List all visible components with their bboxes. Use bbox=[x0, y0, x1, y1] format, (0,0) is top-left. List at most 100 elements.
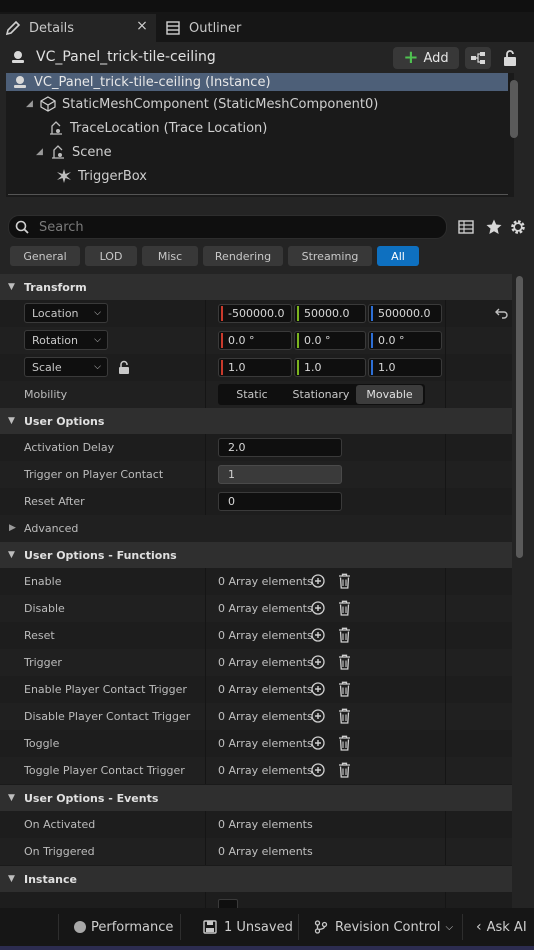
section-title: Transform bbox=[24, 280, 87, 294]
advanced-toggle-row[interactable]: ▶ Advanced bbox=[0, 515, 512, 543]
filter-tab-all[interactable]: All bbox=[377, 246, 419, 266]
filter-tab-lod[interactable]: LOD bbox=[85, 246, 137, 266]
mobility-stationary-option[interactable]: Stationary bbox=[286, 385, 356, 404]
expand-arrow-icon[interactable]: ◢ bbox=[36, 147, 46, 157]
property-row-array: Trigger 0 Array elements bbox=[0, 649, 512, 677]
grid-icon[interactable] bbox=[458, 219, 474, 235]
filter-tab-rendering[interactable]: Rendering bbox=[203, 246, 283, 266]
trigger-on-contact-input[interactable]: 1 bbox=[218, 465, 342, 484]
section-user-options-events[interactable]: ▼ User Options - Events bbox=[0, 785, 512, 811]
location-x-field[interactable]: -500000.0 bbox=[218, 304, 292, 323]
property-label: Mobility bbox=[24, 388, 68, 401]
add-element-icon[interactable] bbox=[311, 736, 325, 750]
mobility-movable-option[interactable]: Movable bbox=[356, 385, 423, 404]
tab-outliner-label: Outliner bbox=[189, 20, 242, 36]
tab-details-label: Details bbox=[29, 20, 75, 36]
location-y-field[interactable]: 50000.0 bbox=[294, 304, 366, 323]
tree-item-staticmesh[interactable]: ◢ StaticMeshComponent (StaticMeshCompone… bbox=[6, 92, 514, 116]
property-row-array: Enable Player Contact Trigger 0 Array ele… bbox=[0, 676, 512, 704]
divider bbox=[205, 461, 206, 488]
scale-y-field[interactable]: 1.0 bbox=[294, 358, 366, 377]
section-transform[interactable]: ▼ Transform bbox=[0, 274, 512, 300]
trash-icon[interactable] bbox=[338, 762, 351, 778]
property-row-array: Enable 0 Array elements bbox=[0, 568, 512, 596]
divider bbox=[445, 354, 446, 381]
trash-icon[interactable] bbox=[338, 600, 351, 616]
location-dropdown[interactable]: Location ⌵ bbox=[24, 303, 108, 323]
section-user-options[interactable]: ▼ User Options bbox=[0, 408, 512, 434]
chevron-right-icon: ▶ bbox=[9, 523, 16, 533]
status-bar-bottom-edge bbox=[0, 946, 534, 950]
trash-icon[interactable] bbox=[338, 627, 351, 643]
divider bbox=[205, 838, 206, 865]
search-input[interactable] bbox=[37, 218, 431, 236]
tab-outliner[interactable]: Outliner bbox=[160, 14, 280, 42]
revision-control-button[interactable]: Revision Control ⌵ bbox=[314, 908, 453, 946]
unlock-icon[interactable] bbox=[117, 360, 131, 378]
plus-icon: + bbox=[403, 47, 419, 68]
divider bbox=[8, 194, 508, 195]
property-row-array: Toggle Player Contact Trigger 0 Array ele… bbox=[0, 757, 512, 785]
actor-name[interactable]: VC_Panel_trick-tile-ceiling bbox=[36, 49, 216, 65]
unsaved-button[interactable]: 1 Unsaved bbox=[203, 908, 293, 946]
location-z-field[interactable]: 500000.0 bbox=[368, 304, 442, 323]
add-component-button[interactable]: + Add bbox=[393, 47, 459, 69]
trash-icon[interactable] bbox=[338, 708, 351, 724]
rotation-z-field[interactable]: 0.0 ° bbox=[368, 331, 442, 350]
star-icon[interactable] bbox=[485, 218, 503, 236]
scale-x-field[interactable]: 1.0 bbox=[218, 358, 292, 377]
filter-tab-misc[interactable]: Misc bbox=[142, 246, 198, 266]
properties-scrollbar[interactable] bbox=[516, 276, 523, 558]
rotation-y-field[interactable]: 0.0 ° bbox=[294, 331, 366, 350]
search-box[interactable] bbox=[8, 215, 447, 239]
scale-z-field[interactable]: 1.0 bbox=[368, 358, 442, 377]
trash-icon[interactable] bbox=[338, 573, 351, 589]
divider bbox=[205, 703, 206, 730]
advanced-label: Advanced bbox=[24, 522, 79, 535]
add-element-icon[interactable] bbox=[311, 682, 325, 696]
tree-item-scene[interactable]: ◢ Scene bbox=[6, 140, 514, 164]
reset-arrow-icon[interactable] bbox=[495, 306, 509, 323]
gear-icon[interactable] bbox=[509, 218, 527, 236]
performance-label: Performance bbox=[91, 919, 174, 935]
tree-scrollbar[interactable] bbox=[510, 80, 518, 138]
add-element-icon[interactable] bbox=[311, 709, 325, 723]
expand-arrow-icon[interactable]: ◢ bbox=[26, 99, 36, 109]
add-element-icon[interactable] bbox=[311, 763, 325, 777]
add-element-icon[interactable] bbox=[311, 601, 325, 615]
tab-details[interactable]: Details bbox=[0, 14, 156, 42]
z-axis-bar bbox=[371, 360, 373, 375]
trash-icon[interactable] bbox=[338, 654, 351, 670]
tree-item-label: TriggerBox bbox=[78, 168, 147, 184]
ask-ai-button[interactable]: ‹ Ask AI bbox=[476, 908, 527, 946]
lock-icon[interactable] bbox=[500, 48, 520, 68]
performance-button[interactable]: Performance bbox=[74, 908, 173, 946]
z-axis-bar bbox=[371, 306, 373, 321]
rotation-z-value: 0.0 ° bbox=[378, 334, 405, 347]
add-element-icon[interactable] bbox=[311, 628, 325, 642]
section-user-options-functions[interactable]: ▼ User Options - Functions bbox=[0, 542, 512, 568]
add-element-icon[interactable] bbox=[311, 655, 325, 669]
divider bbox=[445, 703, 446, 730]
tree-item-tracelocation[interactable]: TraceLocation (Trace Location) bbox=[6, 116, 514, 140]
section-instance[interactable]: ▼ Instance bbox=[0, 866, 512, 892]
filter-tab-streaming[interactable]: Streaming bbox=[288, 246, 372, 266]
checkbox[interactable] bbox=[218, 899, 238, 908]
reset-after-input[interactable]: 0 bbox=[218, 492, 342, 511]
tree-item-triggerbox[interactable]: TriggerBox bbox=[6, 164, 514, 188]
property-label: Disable bbox=[24, 602, 65, 615]
close-icon[interactable]: × bbox=[135, 19, 149, 33]
mobility-static-option[interactable]: Static bbox=[218, 385, 286, 404]
property-row-array: On Activated 0 Array elements bbox=[0, 811, 512, 839]
blueprint-button[interactable] bbox=[465, 47, 491, 69]
activation-delay-input[interactable]: 2.0 bbox=[218, 438, 342, 457]
add-element-icon[interactable] bbox=[311, 574, 325, 588]
trash-icon[interactable] bbox=[338, 735, 351, 751]
rotation-dropdown[interactable]: Rotation ⌵ bbox=[24, 330, 108, 350]
trash-icon[interactable] bbox=[338, 681, 351, 697]
rotation-x-field[interactable]: 0.0 ° bbox=[218, 331, 292, 350]
tree-item-instance[interactable]: VC_Panel_trick-tile-ceiling (Instance) bbox=[6, 73, 508, 91]
divider bbox=[298, 914, 299, 940]
scale-dropdown[interactable]: Scale ⌵ bbox=[24, 357, 108, 377]
filter-tab-general[interactable]: General bbox=[10, 246, 80, 266]
